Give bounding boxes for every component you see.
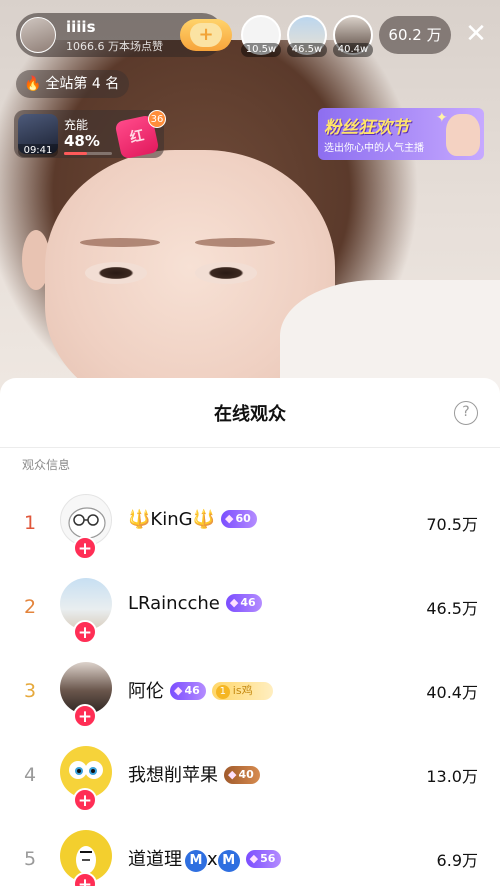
top-viewer-3[interactable]: 40.4w	[333, 15, 373, 57]
heart-plus-icon: +	[190, 23, 222, 47]
audience-row[interactable]: 1 + 🔱KinG🔱 ◆ 60 70.5万	[0, 482, 500, 566]
red-packet-count: 36	[148, 110, 166, 128]
video-eye-left	[85, 262, 147, 284]
live-video	[0, 0, 500, 400]
rank-number: 5	[23, 848, 37, 870]
viewer-name: 🔱KinG🔱 ◆ 60	[128, 509, 257, 530]
level-badge: ◆ 46	[170, 682, 206, 700]
viewer-count-button[interactable]: 60.2 万	[379, 16, 451, 54]
viewer-name-text: 我想削苹果	[128, 765, 218, 786]
fan-festival-banner[interactable]: 粉丝狂欢节 选出你心中的人气主播 ✦	[318, 108, 484, 160]
host-likes: 1066.6 万本场点赞	[66, 40, 163, 53]
fan-club-text: is鸡	[232, 684, 253, 697]
charge-progress-fill	[64, 152, 88, 155]
site-rank-badge[interactable]: 🔥 全站第 4 名	[16, 70, 130, 98]
host-avatar[interactable]	[20, 17, 56, 53]
banner-subtitle: 选出你心中的人气主播	[324, 143, 424, 154]
viewer-score: 70.5万	[426, 515, 478, 534]
gem-icon: ◆	[228, 768, 237, 781]
top-viewer-2[interactable]: 46.5w	[287, 15, 327, 57]
level-number: 46	[184, 684, 200, 697]
video-eye-right	[195, 262, 257, 284]
top-viewer-1[interactable]: 10.5w	[241, 15, 281, 57]
fan-club-level: 1	[215, 685, 230, 699]
audience-row[interactable]: 3 + 阿伦 ◆ 46 1 is鸡 40.4万	[0, 650, 500, 734]
level-number: 40	[238, 768, 254, 781]
viewer-name: 阿伦 ◆ 46 1 is鸡	[128, 677, 273, 703]
flame-icon: 🔥	[24, 76, 42, 92]
follow-plus-icon[interactable]: +	[73, 788, 97, 812]
viewer-score: 46.5万	[426, 599, 478, 618]
level-number: 56	[260, 852, 276, 865]
rank-number: 4	[23, 764, 37, 786]
charge-progress-bar	[64, 152, 112, 155]
viewer-score: 13.0万	[426, 767, 478, 786]
viewer-name: 我想削苹果 ◆ 40	[128, 761, 260, 787]
viewer-name-text: 🔱KinG🔱	[128, 509, 215, 530]
level-badge: ◆ 46	[225, 594, 262, 612]
host-name: iiiis	[66, 18, 96, 36]
level-badge: ◆ 40	[224, 766, 260, 784]
follow-plus-icon[interactable]: +	[73, 704, 97, 728]
m-badge-icon: M	[185, 850, 207, 872]
banner-title: 粉丝狂欢节	[324, 118, 409, 138]
gem-icon: ◆	[229, 596, 239, 609]
m-badge-icon: M	[217, 850, 240, 872]
viewer-name: 道道理 Mx M ◆ 56	[128, 845, 282, 872]
rank-number: 1	[23, 512, 37, 534]
viewer-name-suffix: x	[207, 849, 218, 870]
video-brow-left	[80, 238, 160, 247]
level-number: 46	[240, 596, 256, 609]
follow-plus-icon[interactable]: +	[73, 620, 97, 644]
charge-percent: 48%	[64, 132, 100, 150]
host-info[interactable]: iiiis 1066.6 万本场点赞 +	[16, 13, 232, 57]
sheet-title: 在线观众	[214, 404, 286, 425]
viewer-name-text: 阿伦	[128, 681, 164, 702]
rank-number: 3	[23, 680, 37, 702]
gem-icon: ◆	[249, 852, 259, 865]
follow-button[interactable]: +	[180, 19, 232, 51]
level-number: 60	[235, 512, 251, 525]
close-icon[interactable]: ✕	[460, 18, 492, 50]
viewer-score: 40.4万	[426, 683, 478, 702]
top-viewer-tag: 10.5w	[241, 43, 281, 57]
section-label: 观众信息	[22, 458, 71, 472]
hand-gesture-image	[446, 114, 480, 156]
level-badge: ◆ 60	[221, 510, 257, 528]
top-viewer-tag: 40.4w	[333, 43, 373, 57]
charge-label: 充能	[64, 118, 89, 132]
follow-plus-icon[interactable]: +	[73, 536, 97, 560]
audience-row[interactable]: 4 + 我想削苹果 ◆ 40 13.0万	[0, 734, 500, 818]
gem-icon: ◆	[225, 512, 234, 525]
audience-row[interactable]: 2 + LRaincche ◆ 46 46.5万	[0, 566, 500, 650]
viewer-score: 6.9万	[436, 851, 478, 870]
viewer-name-text: 道道理	[128, 849, 182, 870]
question-circle-icon[interactable]: ?	[454, 401, 478, 425]
video-brow-right	[195, 238, 275, 247]
audience-row[interactable]: 5 + 道道理 Mx M ◆ 56 6.9万	[0, 818, 500, 886]
rank-number: 2	[23, 596, 37, 618]
viewer-name: LRaincche ◆ 46	[128, 593, 262, 614]
gem-icon: ◆	[174, 684, 183, 697]
fan-club-badge: 1 is鸡	[211, 682, 273, 700]
site-rank-text: 全站第 4 名	[45, 76, 120, 92]
sheet-header: 在线观众 ?	[0, 378, 500, 448]
viewer-name-text: LRaincche	[128, 593, 220, 614]
charge-time: 09:41	[18, 144, 58, 157]
level-badge: ◆ 56	[245, 850, 282, 868]
top-viewer-tag: 46.5w	[287, 43, 327, 57]
online-audience-sheet: 在线观众 ? 观众信息 1 + 🔱KinG🔱 ◆ 60 70.5万 2 + LRai…	[0, 378, 500, 886]
